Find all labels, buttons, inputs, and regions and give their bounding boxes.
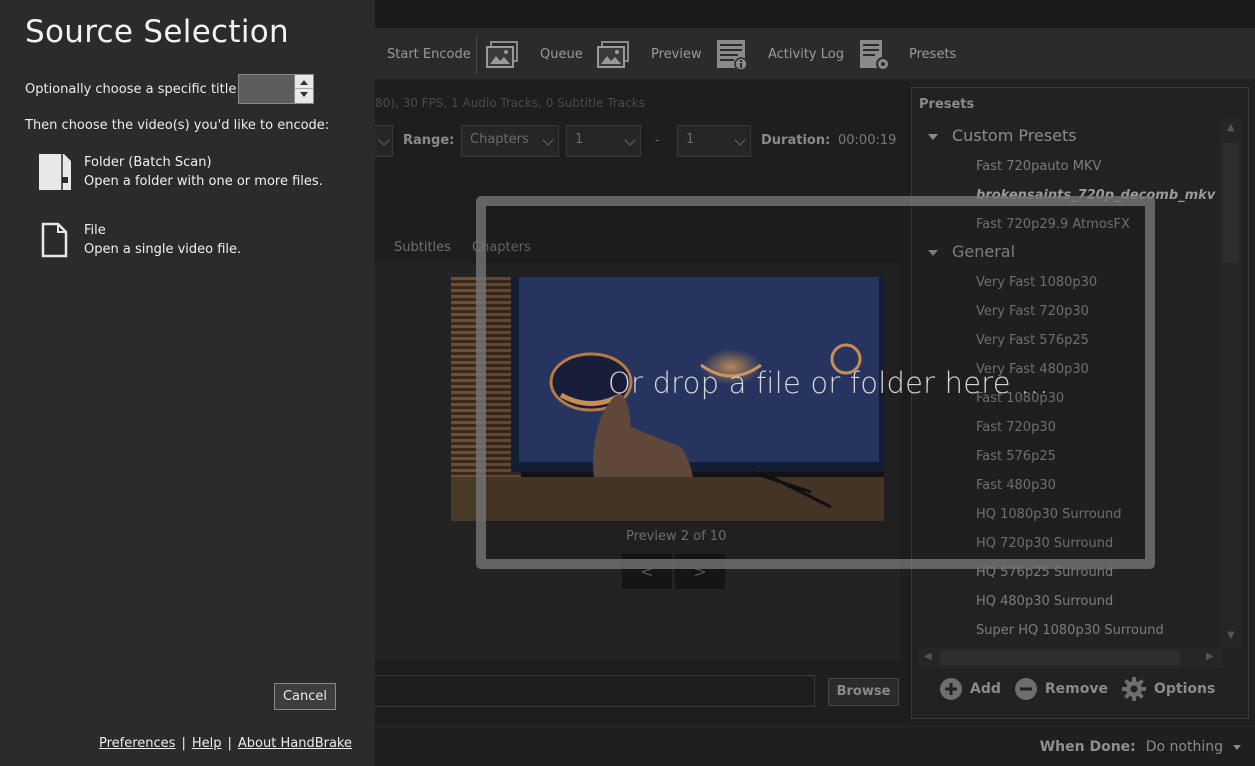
source-info-text: 80), 30 FPS, 1 Audio Tracks, 0 Subtitle … [375,96,645,110]
folder-icon [39,154,71,190]
presets-button[interactable]: Presets [909,28,956,80]
remove-icon [1014,678,1037,700]
preview-button[interactable]: Preview [651,28,702,80]
queue-icon [486,41,518,68]
file-option-title: File [84,223,106,238]
range-label-text: Range: [403,132,455,148]
chevron-down-icon [1233,744,1241,750]
chevron-down-icon [734,134,746,146]
link-separator: | [227,736,232,751]
title-dropdown-partial[interactable] [375,125,393,157]
chevron-down-icon [624,134,636,146]
activity-log-button[interactable]: Activity Log [768,28,844,80]
range-label: Range: [403,124,454,156]
preferences-link[interactable]: Preferences [99,736,175,751]
footer-links: Preferences | Help | About HandBrake [99,736,352,751]
presets-icon [860,40,890,71]
browse-label: Browse [836,684,891,699]
add-label: Add [970,681,1001,697]
destination-path-input[interactable] [375,675,815,707]
chevron-down-icon [542,134,554,146]
link-separator: | [181,736,186,751]
tab-subtitles[interactable]: Subtitles [394,240,451,255]
queue-label: Queue [540,46,583,62]
range-end-value: 1 [686,132,695,147]
preset-item[interactable]: Super HQ 1080p30 Surround [919,616,1219,645]
duration-value: 00:00:19 [838,124,896,156]
add-icon [940,678,962,700]
presets-vertical-scrollbar[interactable]: ▲ ▼ [1220,118,1242,648]
range-mode-value: Chapters [470,132,529,147]
remove-preset-button[interactable]: Remove [1014,678,1108,700]
status-bar: When Done: Do nothing [375,726,1255,766]
range-start-dropdown[interactable]: 1 [566,125,641,157]
presets-horizontal-scrollbar[interactable]: ◀ ▶ [918,648,1222,668]
preset-options-button[interactable]: Options [1122,677,1215,701]
range-end-dropdown[interactable]: 1 [677,125,751,157]
help-link[interactable]: Help [192,736,222,751]
duration-label-text: Duration: [761,132,831,148]
scroll-right-icon[interactable]: ▶ [1206,651,1214,662]
tab-subtitles-label: Subtitles [394,240,451,255]
about-handbrake-link[interactable]: About HandBrake [238,736,352,751]
duration-label: Duration: [761,124,830,156]
title-spinner[interactable] [238,74,314,104]
cancel-button[interactable]: Cancel [274,683,336,710]
scrollbar-thumb[interactable] [940,651,1180,665]
range-dash-text: - [655,132,660,148]
spinner-down-icon[interactable] [300,92,308,97]
preview-icon [597,41,629,68]
expand-arrow-icon [928,134,938,140]
range-mode-dropdown[interactable]: Chapters [461,125,559,157]
preset-actions: Add Remove Options [940,677,1229,701]
preset-item[interactable]: Fast 720pauto MKV [919,152,1219,181]
handbrake-window: Start Encode Queue Preview Activity Log … [0,0,1255,766]
single-file-option[interactable]: File Open a single video file. [38,221,241,259]
main-toolbar: Start Encode Queue Preview Activity Log … [375,28,1255,80]
when-done-value: Do nothing [1145,739,1223,755]
activity-log-label: Activity Log [768,46,844,62]
preview-label: Preview [651,46,702,62]
scrollbar-thumb[interactable] [1223,143,1239,263]
presets-label: Presets [909,46,957,62]
remove-label: Remove [1044,681,1108,697]
spinner-up-icon[interactable] [300,80,308,85]
browse-button[interactable]: Browse [828,678,899,706]
folder-option-title: Folder (Batch Scan) [84,155,212,170]
options-label: Options [1154,681,1216,697]
spinner-buttons[interactable] [294,75,313,103]
when-done-label: When Done: [1039,739,1136,755]
queue-button[interactable]: Queue [540,28,583,80]
activity-log-icon [717,40,748,71]
preset-group-label: Custom Presets [952,126,1077,145]
preset-group-custom[interactable]: Custom Presets [919,123,1219,152]
scroll-up-icon[interactable]: ▲ [1227,122,1235,133]
toolbar-separator [476,36,477,74]
gear-icon [1122,677,1146,701]
folder-batch-scan-option[interactable]: Folder (Batch Scan) Open a folder with o… [38,153,323,191]
source-selection-panel: Source Selection Optionally choose a spe… [0,0,375,766]
duration-value-text: 00:00:19 [838,132,897,148]
preset-item[interactable]: HQ 480p30 Surround [919,587,1219,616]
add-preset-button[interactable]: Add [940,678,1001,700]
start-encode-label: Start Encode [387,46,471,62]
when-done-control[interactable]: When Done: Do nothing [1040,739,1241,755]
cancel-label: Cancel [282,689,328,704]
presets-panel-title: Presets [919,97,975,112]
start-encode-button[interactable]: Start Encode [387,28,471,80]
drop-zone-text: Or drop a file or folder here ... [608,366,1049,400]
file-icon [41,222,68,258]
spinner-divider [295,88,313,89]
choose-video-label: Then choose the video(s) you'd like to e… [25,118,330,133]
folder-option-desc: Open a folder with one or more files. [84,174,323,189]
scroll-down-icon[interactable]: ▼ [1227,630,1235,641]
source-selection-title: Source Selection [25,14,289,50]
range-start-value: 1 [575,132,584,147]
title-choice-label: Optionally choose a specific title: [25,82,241,97]
file-option-desc: Open a single video file. [84,242,242,257]
range-dash: - [655,124,660,156]
scroll-left-icon[interactable]: ◀ [924,651,932,662]
